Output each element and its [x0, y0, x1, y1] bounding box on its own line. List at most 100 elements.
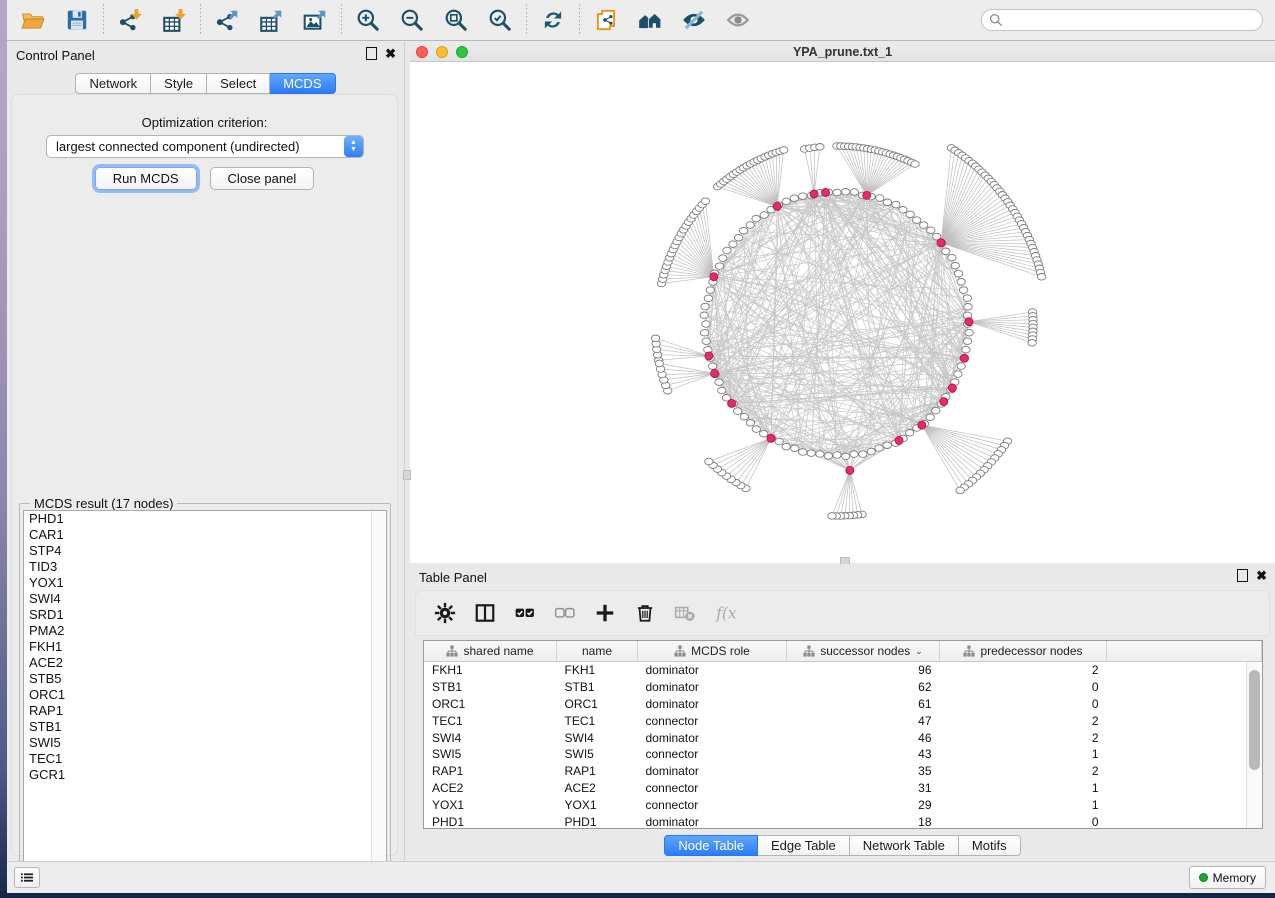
mcds-hub-node[interactable] — [810, 190, 818, 198]
duplicate-network-button[interactable] — [585, 2, 627, 38]
mcds-result-node[interactable]: STB1 — [24, 719, 386, 735]
table-row[interactable]: RAP1RAP1dominator352 — [424, 763, 1262, 780]
table-panel-title: Table Panel — [419, 570, 487, 585]
show-eye-button[interactable] — [717, 2, 759, 38]
tab-node-table[interactable]: Node Table — [664, 835, 758, 856]
table-row[interactable]: TEC1TEC1connector472 — [424, 712, 1262, 729]
table-row[interactable]: FKH1FKH1dominator962 — [424, 662, 1262, 679]
tab-select[interactable]: Select — [207, 73, 270, 94]
delete-column-button[interactable] — [632, 600, 658, 626]
split-panel-button[interactable] — [472, 600, 498, 626]
mcds-result-node[interactable]: RAP1 — [24, 703, 386, 719]
search-input[interactable] — [981, 9, 1263, 31]
table-row[interactable]: YOX1YOX1connector291 — [424, 796, 1262, 813]
refresh-button[interactable] — [532, 2, 574, 38]
mcds-result-node[interactable]: SRD1 — [24, 607, 386, 623]
zoom-fit-button[interactable] — [435, 2, 477, 38]
select-all-button[interactable] — [512, 600, 538, 626]
mcds-hub-node[interactable] — [895, 437, 903, 445]
column-header-successor-nodes[interactable]: successor nodes⌄ — [787, 641, 940, 662]
mcds-hub-node[interactable] — [705, 352, 713, 360]
hide-annotations-button[interactable] — [673, 2, 715, 38]
vertical-splitter-handle[interactable] — [403, 470, 411, 480]
add-column-button[interactable] — [592, 600, 618, 626]
mcds-result-node[interactable]: CAR1 — [24, 527, 386, 543]
zoom-out-button[interactable] — [391, 2, 433, 38]
mcds-hub-node[interactable] — [846, 466, 854, 474]
table-row[interactable]: PHD1PHD1dominator180 — [424, 813, 1262, 829]
mcds-result-node[interactable]: GCR1 — [24, 767, 386, 783]
mcds-hub-node[interactable] — [863, 191, 871, 199]
mcds-result-node[interactable]: YOX1 — [24, 575, 386, 591]
run-mcds-button[interactable]: Run MCDS — [95, 167, 197, 190]
column-header-name[interactable]: name — [557, 641, 638, 662]
tab-network[interactable]: Network — [75, 73, 151, 94]
mcds-result-node[interactable]: PMA2 — [24, 623, 386, 639]
deselect-all-button[interactable] — [552, 600, 578, 626]
mcds-hub-node[interactable] — [937, 239, 945, 247]
settings-gear-button[interactable] — [432, 600, 458, 626]
export-image-button[interactable] — [294, 2, 336, 38]
close-panel-button[interactable]: Close panel — [210, 167, 315, 190]
tab-edge-table[interactable]: Edge Table — [758, 835, 850, 856]
tab-motifs[interactable]: Motifs — [959, 835, 1021, 856]
close-table-panel-icon[interactable]: ✖ — [1256, 570, 1267, 581]
mcds-hub-node[interactable] — [711, 369, 719, 377]
mcds-result-node[interactable]: TID3 — [24, 559, 386, 575]
tab-network-table[interactable]: Network Table — [850, 835, 959, 856]
tab-mcds[interactable]: MCDS — [270, 73, 335, 94]
task-history-button[interactable] — [14, 867, 40, 888]
float-panel-icon[interactable] — [366, 47, 377, 60]
table-row[interactable]: ORC1ORC1dominator610 — [424, 696, 1262, 713]
table-row[interactable]: STB1STB1dominator620 — [424, 679, 1262, 696]
mcds-hub-node[interactable] — [822, 189, 830, 197]
mcds-hub-node[interactable] — [918, 421, 926, 429]
table-scrollbar[interactable] — [1246, 662, 1262, 828]
save-button[interactable] — [56, 2, 98, 38]
tab-style[interactable]: Style — [151, 73, 207, 94]
table-scrollbar-thumb[interactable] — [1249, 670, 1260, 770]
home-button[interactable] — [629, 2, 671, 38]
mcds-hub-node[interactable] — [767, 434, 775, 442]
table-cell: 35 — [787, 763, 940, 780]
column-header-shared-name[interactable]: shared name — [424, 641, 557, 662]
mcds-hub-node[interactable] — [728, 399, 736, 407]
zoom-selected-button[interactable] — [479, 2, 521, 38]
mcds-hub-node[interactable] — [710, 273, 718, 281]
optimization-criterion-select[interactable]: largest connected component (undirected)… — [46, 135, 364, 158]
mcds-hub-node[interactable] — [940, 398, 948, 406]
import-table-button[interactable] — [153, 2, 195, 38]
open-button[interactable] — [12, 2, 54, 38]
table-cell: 96 — [787, 662, 940, 679]
mcds-result-scrollbar[interactable] — [371, 511, 386, 876]
mcds-result-node[interactable]: FKH1 — [24, 639, 386, 655]
import-network-button[interactable] — [109, 2, 151, 38]
close-panel-icon[interactable]: ✖ — [385, 48, 396, 59]
mcds-result-node[interactable]: SWI4 — [24, 591, 386, 607]
mcds-result-node[interactable]: STP4 — [24, 543, 386, 559]
memory-button[interactable]: Memory — [1189, 866, 1266, 889]
mcds-hub-node[interactable] — [948, 384, 956, 392]
mcds-result-node[interactable]: PHD1 — [24, 511, 386, 527]
mcds-result-list[interactable]: PHD1CAR1STP4TID3YOX1SWI4SRD1PMA2FKH1ACE2… — [23, 510, 387, 877]
mcds-result-node[interactable]: ACE2 — [24, 655, 386, 671]
mcds-result-node[interactable]: ORC1 — [24, 687, 386, 703]
zoom-in-button[interactable] — [347, 2, 389, 38]
table-row[interactable]: SWI4SWI4dominator462 — [424, 729, 1262, 746]
float-table-panel-icon[interactable] — [1237, 569, 1248, 582]
mcds-result-node[interactable]: STB5 — [24, 671, 386, 687]
column-header-MCDS-role[interactable]: MCDS role — [638, 641, 787, 662]
column-header-predecessor-nodes[interactable]: predecessor nodes — [940, 641, 1107, 662]
mcds-result-node[interactable]: TEC1 — [24, 751, 386, 767]
mcds-hub-node[interactable] — [773, 202, 781, 210]
export-table-button[interactable] — [250, 2, 292, 38]
mcds-hub-node[interactable] — [961, 354, 969, 362]
network-canvas[interactable] — [410, 62, 1275, 563]
export-network-button[interactable] — [206, 2, 248, 38]
table-row[interactable]: SWI5SWI5connector431 — [424, 746, 1262, 763]
mcds-hub-node[interactable] — [965, 318, 973, 326]
mcds-result-node[interactable]: SWI5 — [24, 735, 386, 751]
table-cell-filler — [1107, 780, 1262, 797]
table-cell: SWI4 — [424, 729, 557, 746]
table-row[interactable]: ACE2ACE2connector311 — [424, 780, 1262, 797]
